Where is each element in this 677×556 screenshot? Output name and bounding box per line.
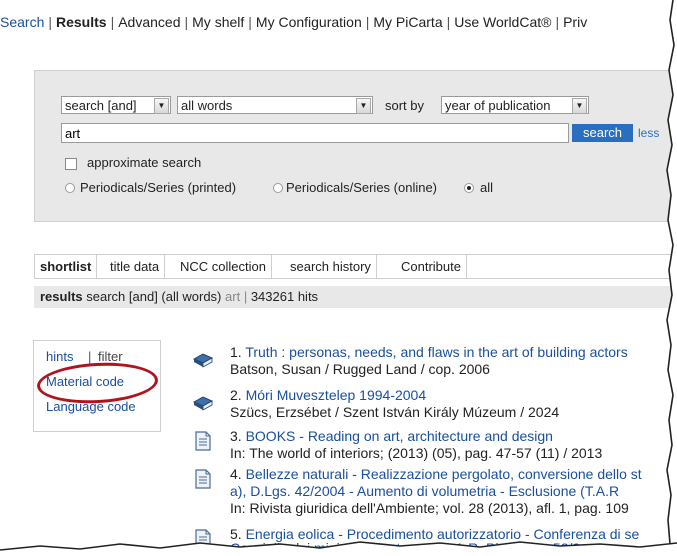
result-title-continued[interactable]: a), D.Lgs. 42/2004 - Aumento di volumetr… — [230, 483, 619, 499]
result-number: 2. — [230, 387, 242, 403]
torn-edge-bottom — [0, 541, 677, 556]
nav-separator: | — [110, 14, 115, 30]
nav-separator: | — [184, 14, 189, 30]
nav-separator: | — [365, 14, 370, 30]
approximate-search-checkbox[interactable] — [65, 158, 77, 170]
radio-all[interactable] — [464, 183, 474, 193]
book-icon — [192, 353, 214, 368]
chevron-down-icon[interactable]: ▼ — [572, 98, 587, 114]
result-title-link[interactable]: Bellezze naturali - Realizzazione pergol… — [246, 466, 642, 482]
scope-value: all words — [181, 98, 233, 113]
results-label: results — [40, 289, 83, 304]
nav-my-configuration[interactable]: My Configuration — [256, 14, 362, 30]
nav-search[interactable]: Search — [0, 14, 44, 30]
radio-periodicals-printed-label: Periodicals/Series (printed) — [80, 180, 237, 195]
radio-periodicals-online[interactable] — [273, 183, 283, 193]
search-panel: search [and] ▼ all words ▼ sort by year … — [34, 70, 677, 222]
nav-separator: | — [48, 14, 52, 30]
article-icon — [195, 469, 211, 489]
result-number: 1. — [230, 344, 242, 360]
list-item[interactable]: 3. BOOKS - Reading on art, architecture … — [192, 428, 677, 462]
filter-label: filter — [98, 349, 123, 364]
approximate-search-label: approximate search — [87, 155, 202, 170]
operator-value: search [and] — [65, 98, 137, 113]
radio-all-label: all — [480, 180, 494, 195]
result-tabs: shortlist title data NCC collection sear… — [34, 254, 677, 279]
list-item[interactable]: 4. Bellezze naturali - Realizzazione per… — [192, 466, 677, 518]
list-item[interactable]: 2. Móri Muvesztelep 1994-2004 Szücs, Erz… — [192, 387, 677, 421]
chevron-down-icon[interactable]: ▼ — [154, 98, 169, 114]
chevron-down-icon[interactable]: ▼ — [356, 98, 371, 114]
search-button[interactable]: search — [572, 124, 633, 142]
hints-link[interactable]: hints — [46, 349, 73, 364]
article-icon — [195, 431, 211, 451]
sort-label: sort by — [385, 98, 425, 113]
torn-edge-right — [666, 0, 677, 556]
results-separator: | — [243, 289, 248, 304]
nav-separator: | — [555, 14, 560, 30]
nav-results[interactable]: Results — [56, 14, 107, 30]
results-query: search [and] (all words) — [86, 289, 222, 304]
result-details: Batson, Susan / Rugged Land / cop. 2006 — [230, 361, 490, 377]
results-term: art — [225, 289, 241, 304]
tab-shortlist[interactable]: shortlist — [35, 255, 98, 278]
scope-select[interactable]: all words ▼ — [177, 96, 373, 114]
tab-contribute[interactable]: Contribute — [396, 255, 467, 278]
result-title-link[interactable]: BOOKS - Reading on art, architecture and… — [246, 428, 553, 444]
sort-select[interactable]: year of publication ▼ — [441, 96, 589, 114]
nav-my-picarta[interactable]: My PiCarta — [373, 14, 442, 30]
operator-select[interactable]: search [and] ▼ — [61, 96, 171, 114]
sort-value: year of publication — [445, 98, 551, 113]
result-number: 3. — [230, 428, 242, 444]
nav-separator: | — [446, 14, 451, 30]
result-details: In: Rivista giuridica dell'Ambiente; vol… — [230, 500, 629, 516]
radio-periodicals-printed[interactable] — [65, 183, 75, 193]
list-item[interactable]: 1. Truth : personas, needs, and flaws in… — [192, 344, 677, 378]
nav-separator: | — [248, 14, 252, 30]
result-number: 4. — [230, 466, 242, 482]
result-details: Szücs, Erzsébet / Szent István Király Mú… — [230, 404, 560, 420]
result-details: In: The world of interiors; (2013) (05),… — [230, 445, 603, 461]
search-input[interactable] — [61, 123, 569, 143]
nav-advanced[interactable]: Advanced — [118, 14, 180, 30]
top-navigation: Search | Results | Advanced | My shelf | My Conf… — [0, 14, 587, 30]
tab-search-history[interactable]: search history — [285, 255, 377, 278]
sidebar-separator: | — [88, 349, 92, 364]
nav-privacy[interactable]: Priv — [563, 14, 587, 30]
results-summary: results search [and] (all words) art | 3… — [34, 286, 677, 308]
result-title-link[interactable]: Truth : personas, needs, and flaws in th… — [245, 344, 627, 360]
nav-my-shelf[interactable]: My shelf — [192, 14, 244, 30]
radio-periodicals-online-label: Periodicals/Series (online) — [286, 180, 438, 195]
tab-title-data[interactable]: title data — [105, 255, 166, 278]
results-hits: 343261 hits — [250, 289, 319, 304]
nav-use-worldcat[interactable]: Use WorldCat® — [454, 14, 551, 30]
book-icon — [192, 396, 214, 411]
tab-ncc-collection[interactable]: NCC collection — [175, 255, 272, 278]
result-title-link[interactable]: Móri Muvesztelep 1994-2004 — [246, 387, 427, 403]
